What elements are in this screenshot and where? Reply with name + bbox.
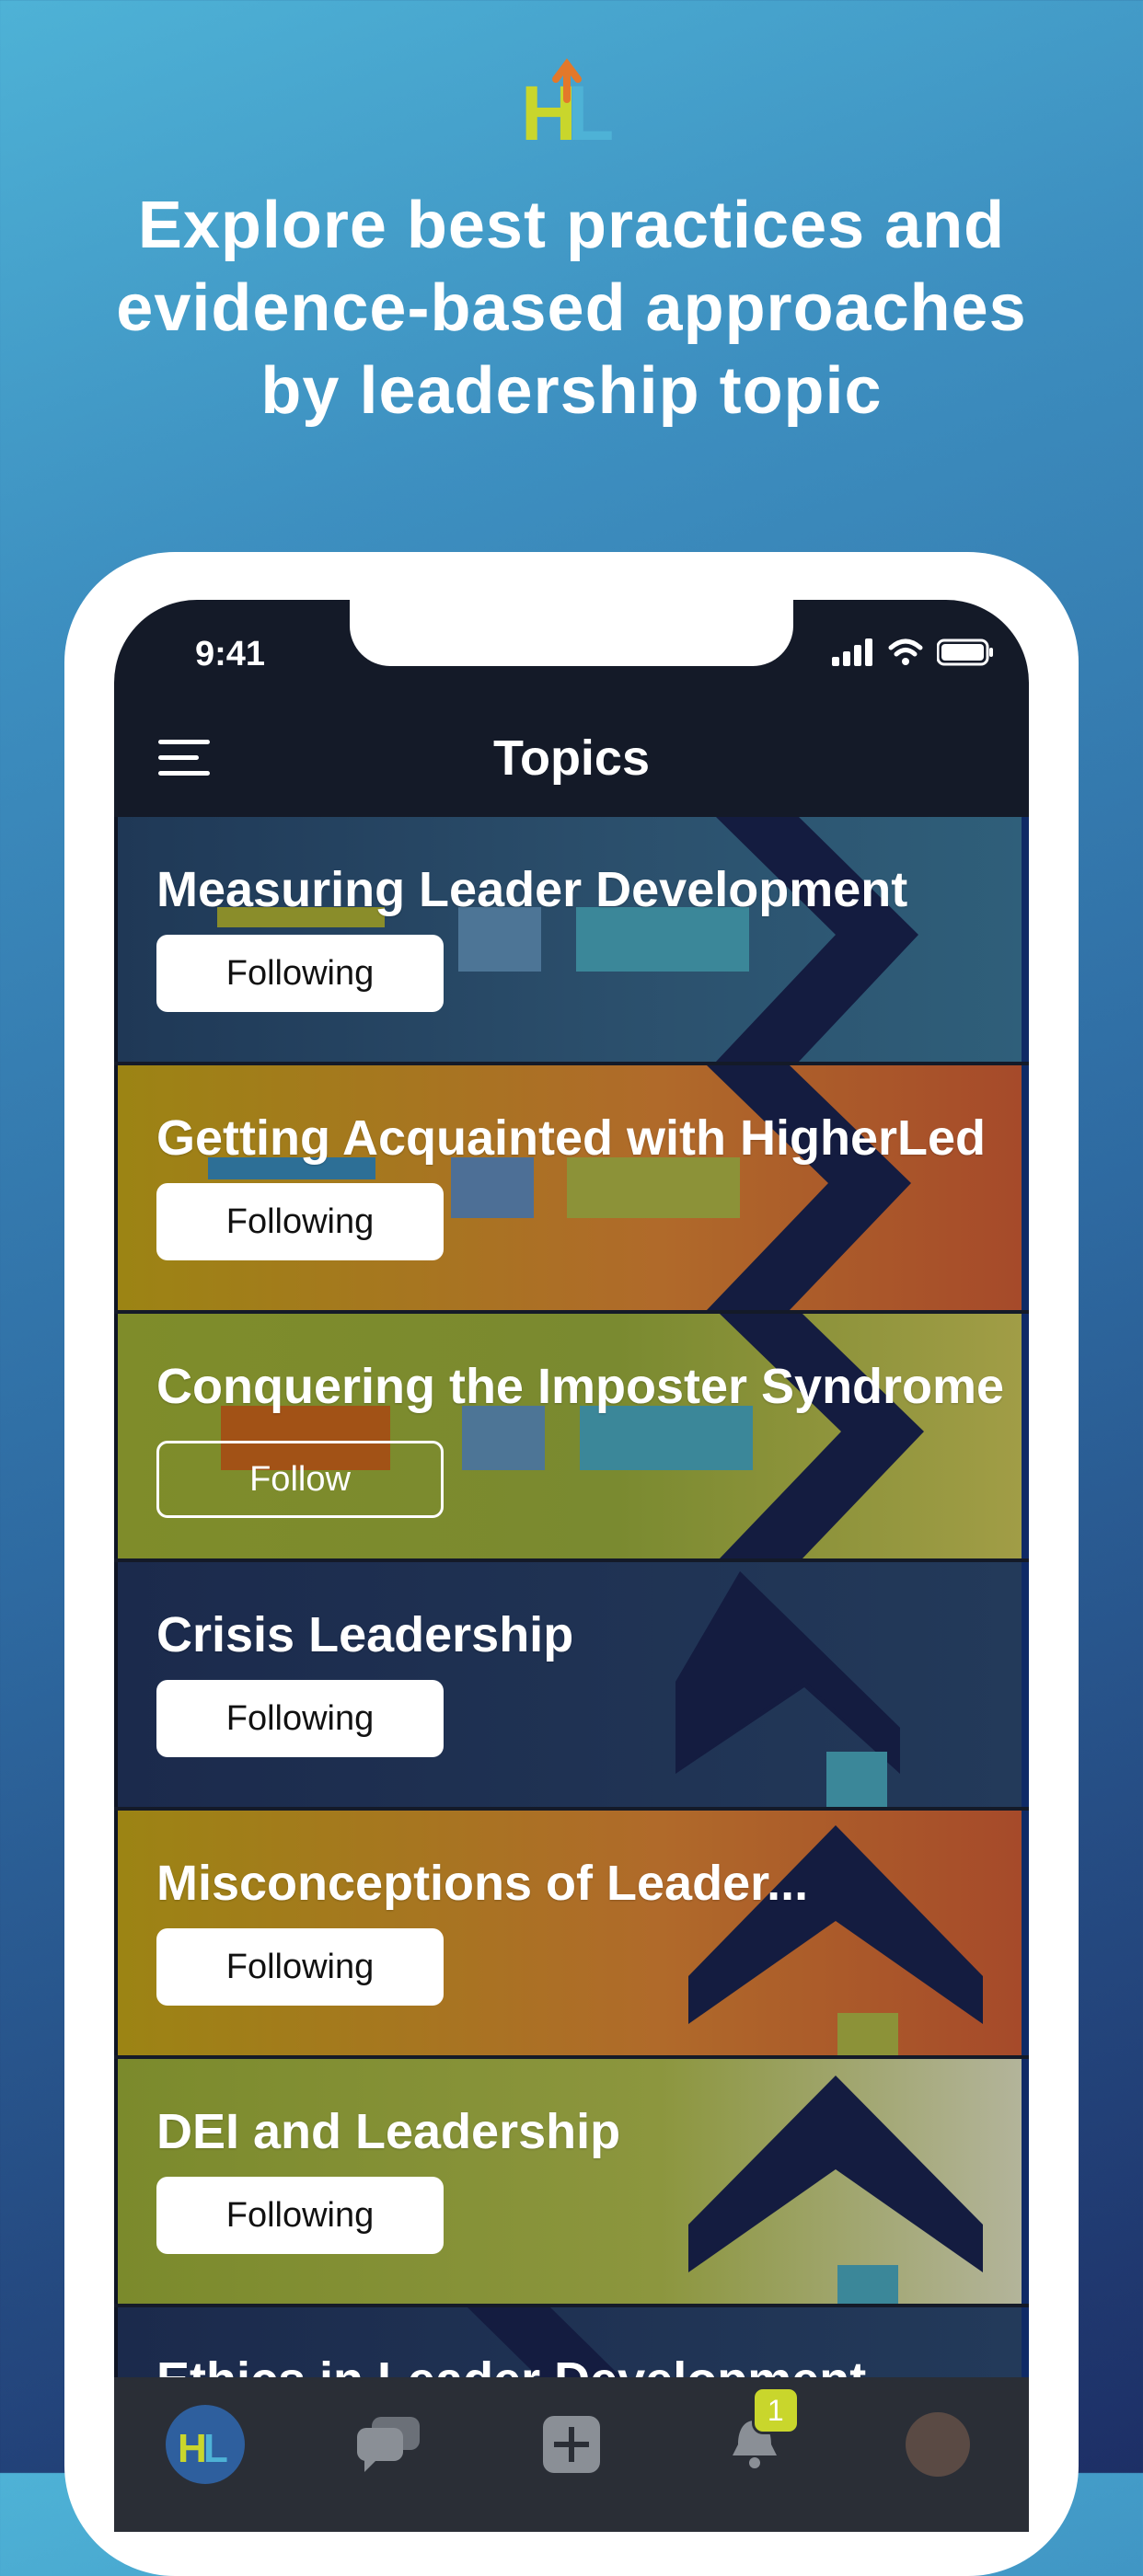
topic-card[interactable]: DEI and Leadership Following <box>114 2059 1029 2304</box>
topic-card[interactable]: Misconceptions of Leader... Following <box>114 1811 1029 2055</box>
follow-button[interactable]: Follow <box>156 1441 444 1518</box>
topic-title: Crisis Leadership <box>156 1607 574 1662</box>
tab-bar: H L 1 <box>114 2377 1029 2532</box>
tab-chat[interactable] <box>347 2403 430 2486</box>
page-title: Topics <box>492 730 650 786</box>
following-button[interactable]: Following <box>156 1928 444 2006</box>
plus-icon <box>542 2416 600 2473</box>
following-button[interactable]: Following <box>156 2177 444 2254</box>
chevron-arrow-graphic <box>221 1314 924 1558</box>
nav-bar: Topics <box>114 699 1029 817</box>
app-screen: 9:41 Topics Measuring Leader Development… <box>114 600 1029 2532</box>
svg-text:L: L <box>567 70 614 147</box>
notification-badge: 1 <box>751 2386 800 2434</box>
phone-notch <box>350 600 793 666</box>
svg-text:L: L <box>203 2426 228 2467</box>
svg-text:H: H <box>178 2426 207 2467</box>
topic-card[interactable]: Crisis Leadership Following <box>114 1562 1029 1807</box>
chat-bubbles-icon <box>357 2417 421 2472</box>
topic-title: Measuring Leader Development <box>156 862 908 917</box>
topic-card[interactable]: Conquering the Imposter Syndrome Follow <box>114 1314 1029 1558</box>
avatar <box>905 2412 970 2477</box>
signal-icon <box>832 638 872 666</box>
topics-list: Measuring Leader Development Following G… <box>114 817 1029 2532</box>
tab-add[interactable] <box>530 2403 613 2486</box>
promo-headline: Explore best practices and evidence-base… <box>116 189 1027 428</box>
wifi-icon <box>888 638 923 665</box>
tab-home[interactable]: H L <box>164 2403 247 2486</box>
hl-logo-icon: H L <box>166 2405 246 2484</box>
tab-notifications[interactable]: 1 <box>713 2386 800 2486</box>
status-time: 9:41 <box>195 635 266 673</box>
topic-title: Conquering the Imposter Syndrome <box>156 1359 1005 1414</box>
status-icons <box>832 638 994 666</box>
following-button[interactable]: Following <box>156 1680 444 1757</box>
tab-profile[interactable] <box>896 2403 979 2486</box>
hl-logo: H L <box>521 55 622 156</box>
topic-card[interactable]: Getting Acquainted with HigherLed Follow… <box>114 1065 1029 1310</box>
topic-title: DEI and Leadership <box>156 2104 621 2159</box>
topic-card[interactable]: Measuring Leader Development Following <box>114 817 1029 1062</box>
following-button[interactable]: Following <box>156 935 444 1012</box>
following-button[interactable]: Following <box>156 1183 444 1260</box>
topic-title: Getting Acquainted with HigherLed <box>156 1110 986 1166</box>
topic-title: Misconceptions of Leader... <box>156 1856 809 1911</box>
hamburger-menu-icon[interactable] <box>158 740 210 776</box>
battery-icon <box>937 638 993 666</box>
